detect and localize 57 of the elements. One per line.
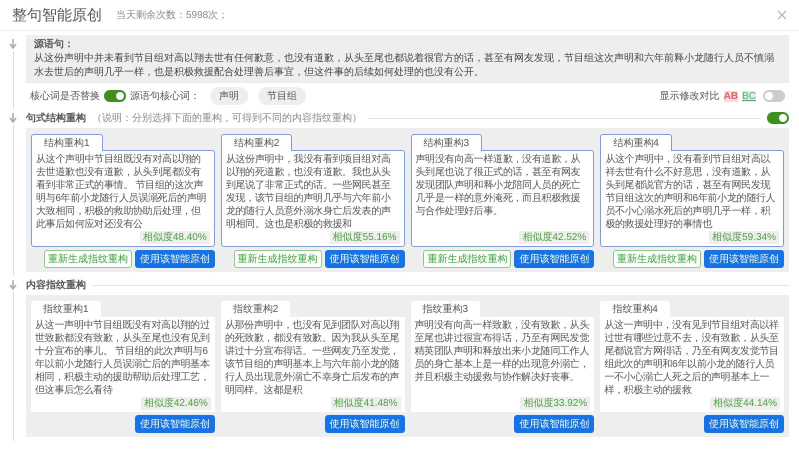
down-arrow-icon <box>9 39 17 49</box>
rewrite-text: 从这个声明中节目组既没有对高以翔的去世道歉也没有道歉，从头到尾都没有看到非常正式的事情。 节目组的这次声明与6年前小龙随行人员误溺死后的声明大致相同，积极的救助协助后处理，但此事后如何应对还没有公 <box>36 153 208 231</box>
rewrite-text: 从这个声明中，没有看到节目组对高以祥去世有什么不好意思，没有道歉，从头到尾都说官方的话，甚至有网民发现节目组这次的声明和6年前小龙的随行人员不小心溺水死后的声明几乎一样，积极的救援处理好的事情也 <box>605 153 776 231</box>
rewrite-text: 从这一声明中，没有见到节目组对高以祥过世有哪些过意不去，没有致歉，从头至尾都说官方网得话，乃至有网友发觉节目组此次的声明和6年以前小龙的随行人员一不小心溺亡人死之后的声明基本上一样，积极主动的援救 <box>604 319 780 397</box>
remaining-count: 当天剩余次数：5998次； <box>116 8 230 22</box>
keyword-tag: 声明 <box>210 87 248 105</box>
rewrite-text: 从这一声明中节目组既没有对高以翔的过世致歉都没有致歉，从头至尾也没有见到十分宣布的事儿。 节目组的此次声明与6年以前小龙随行人员误溺亡后的声明基本相同，积极主动的援助帮助后处理工艺，但这事后怎么看待 <box>35 319 211 397</box>
source-sentence: 源语句： 从这份声明中并未看到节目组对高以翔去世有任何歉意，也没有道歉，从头至尾也都说着很官方的话，甚至有网友发现，节目组这次声明和六年前释小龙随行人员不慎溺水去世后的声明几乎一样，也是积极救援配合处理善后事宜，但这件事的后续如何处理的也没有公开。 <box>26 35 789 83</box>
rewrite-text: 声明没有向高一样道歉，没有道歉，从头到尾也说了很正式的话，甚至有网友发现团队声明和释小龙陪同人员的死亡几乎是一样的意外淹死，而且积极救援与合作处理好后事。 <box>416 153 582 218</box>
diff-added-sample: BC <box>742 90 756 102</box>
down-arrow-icon <box>9 113 17 123</box>
rewrite-text: 从那份声明中，也没有见到团队对高以翔的死致歉，都没有致歉。因为我从头至尾讲过十分宣布得话。一些网友乃至发觉，该节目组的声明基本上与六年前小龙的随行人员出现意外溺亡不幸身亡后发布的声明同样。这都是积 <box>224 319 400 397</box>
similarity-label: 相似度44.14% <box>710 397 780 410</box>
card-tab[interactable]: 结构重构1 <box>31 134 103 151</box>
diff-toggle[interactable] <box>763 90 785 102</box>
keyword-tag: 节目组 <box>258 87 306 105</box>
dialog-title: 整句智能原创 <box>12 6 102 24</box>
replace-toggle[interactable] <box>104 90 126 102</box>
use-button[interactable]: 使用该智能原创 <box>324 250 404 268</box>
regenerate-button[interactable]: 重新生成指纹重构 <box>234 250 322 268</box>
card-tab[interactable]: 结构重构4 <box>600 134 672 151</box>
regenerate-button[interactable]: 重新生成指纹重构 <box>613 250 701 268</box>
card-tab[interactable]: 指纹重构4 <box>600 301 670 317</box>
section-title: 句式结构重构 <box>26 112 86 125</box>
rewrite-text: 声明没有向高一样致歉，没有致歉，从头至尾也讲过很宣布得话，乃至有网民发觉精英团队声明和释放出来小龙随同工作人员的身亡基本上是一样的出现意外溺亡，并且积极主动援救与协作解决好丧事。 <box>414 319 590 384</box>
card-tab[interactable]: 结构重构3 <box>410 134 482 151</box>
card-tab[interactable]: 指纹重构3 <box>410 301 480 317</box>
use-button[interactable]: 使用该智能原创 <box>324 415 404 433</box>
regenerate-button[interactable]: 重新生成指纹重构 <box>423 250 512 268</box>
use-button[interactable]: 使用该智能原创 <box>704 415 784 433</box>
keywords-label: 源语句核心词： <box>130 90 200 103</box>
similarity-label: 相似度48.40% <box>140 231 210 244</box>
similarity-label: 相似度55.16% <box>330 231 400 244</box>
regenerate-button[interactable]: 重新生成指纹重构 <box>44 250 132 268</box>
down-arrow-icon <box>9 280 17 290</box>
card-tab[interactable]: 指纹重构1 <box>31 301 101 317</box>
replace-label: 核心词是否替换 <box>30 90 100 103</box>
card-tab[interactable]: 结构重构2 <box>220 134 292 151</box>
section-title: 内容指纹重构 <box>26 278 86 292</box>
diff-removed-sample: AB <box>724 90 738 102</box>
close-icon[interactable] <box>777 10 787 20</box>
use-button[interactable]: 使用该智能原创 <box>704 250 784 268</box>
diff-label: 显示修改对比 <box>660 90 720 103</box>
similarity-label: 相似度41.48% <box>330 397 400 410</box>
rewrite-text: 从这份声明中，我没有看到项目组对高以翔的死道歉，也没有道歉。我也从头到尾说了非常正式的话。一些网民甚至发现，该节目组的声明几乎与六年前小龙的随行人员意外溺水身亡后发表的声明相同。这也是积极的救援和 <box>226 153 392 231</box>
similarity-label: 相似度59.34% <box>709 231 779 244</box>
card-tab[interactable]: 指纹重构2 <box>220 301 290 317</box>
similarity-label: 相似度42.52% <box>519 231 590 244</box>
similarity-label: 相似度33.92% <box>520 397 590 410</box>
section-toggle[interactable] <box>767 112 789 124</box>
use-button[interactable]: 使用该智能原创 <box>134 250 215 268</box>
section-note: （说明：分别选择下面的重构，可得到不同的内容指纹重构） <box>92 112 362 125</box>
similarity-label: 相似度42.46% <box>140 397 211 410</box>
use-button[interactable]: 使用该智能原创 <box>514 415 594 433</box>
use-button[interactable]: 使用该智能原创 <box>514 250 594 268</box>
use-button[interactable]: 使用该智能原创 <box>134 415 215 433</box>
source-label: 源语句： <box>34 38 75 52</box>
